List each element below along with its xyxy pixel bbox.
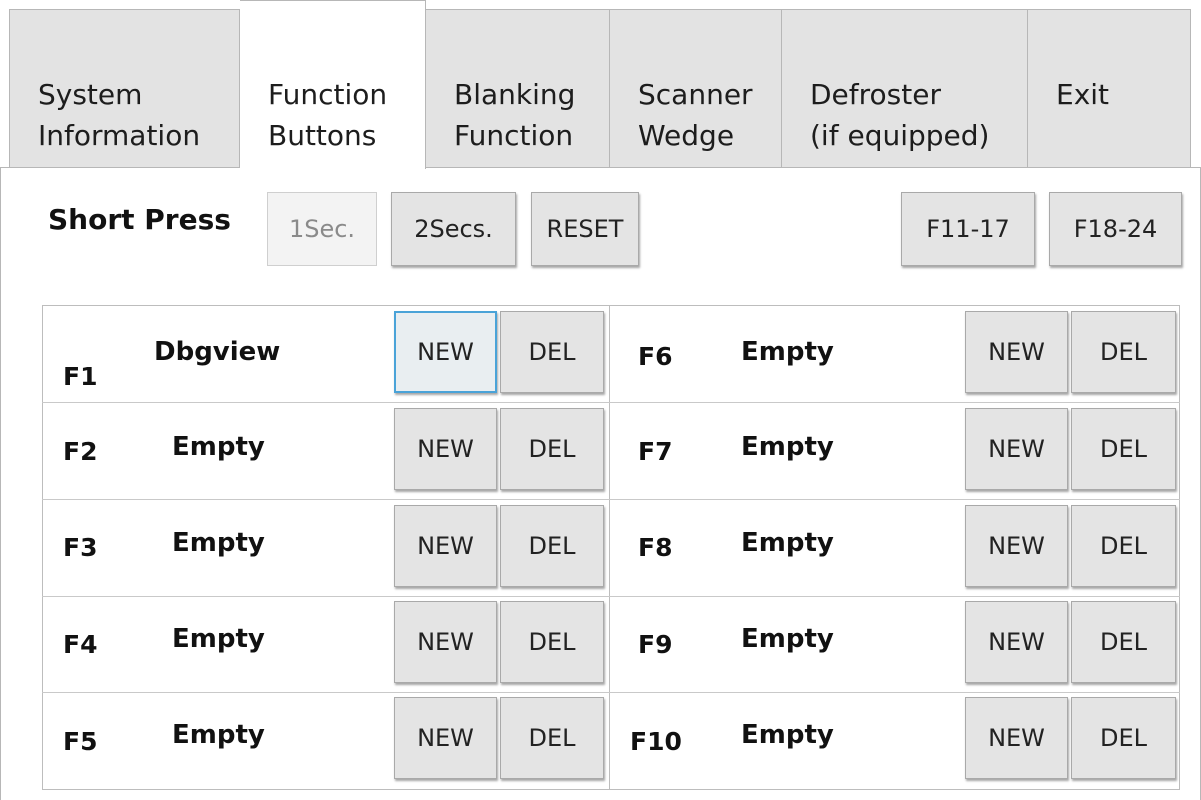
function-key-label: F7 [638,437,673,466]
function-name: Empty [741,528,834,558]
tab-label-line2: Information [38,119,201,152]
grid-row-line [42,402,1180,403]
tab-label-line2: Wedge [638,119,735,152]
tab-label-line2: Buttons [268,119,377,152]
new-button[interactable]: NEW [965,408,1068,490]
function-key-label: F6 [638,342,673,371]
tab-defroster[interactable]: Defroster (if equipped) [782,9,1028,168]
two-seconds-button[interactable]: 2Secs. [391,192,516,266]
function-name: Empty [172,720,265,750]
new-button[interactable]: NEW [394,408,497,490]
tab-label-line1: Function [268,78,388,111]
new-button[interactable]: NEW [965,601,1068,683]
function-key-label: F10 [630,727,682,756]
function-key-label: F5 [63,727,98,756]
grid-row-line [42,596,1180,597]
tab-divider [0,167,1201,168]
delete-button[interactable]: DEL [500,697,604,779]
grid-row-line [42,692,1180,693]
function-name: Empty [172,432,265,462]
delete-button[interactable]: DEL [500,408,604,490]
function-name: Empty [741,432,834,462]
page-f11-17-button[interactable]: F11-17 [901,192,1035,266]
mode-label: Short Press [48,203,231,236]
tab-blanking-function[interactable]: Blanking Function [426,9,610,168]
delete-button[interactable]: DEL [1071,311,1176,393]
function-key-label: F1 [63,362,98,391]
tab-label-line1: Scanner [638,78,753,111]
tab-exit[interactable]: Exit [1028,9,1191,168]
function-key-label: F2 [63,437,98,466]
delete-button[interactable]: DEL [500,601,604,683]
new-button[interactable]: NEW [394,601,497,683]
tab-label-line2: (if equipped) [810,119,990,152]
new-button[interactable]: NEW [394,697,497,779]
tab-function-buttons[interactable]: Function Buttons [240,0,426,169]
tab-label-line1: Exit [1056,78,1110,111]
new-button[interactable]: NEW [965,697,1068,779]
delete-button[interactable]: DEL [500,311,604,393]
function-key-label: F3 [63,533,98,562]
tab-label-line1: Blanking [454,78,576,111]
delete-button[interactable]: DEL [1071,408,1176,490]
function-name: Empty [172,624,265,654]
tab-label-line2: Function [454,119,574,152]
tab-label-line1: System [38,78,143,111]
function-key-label: F9 [638,630,673,659]
new-button[interactable]: NEW [965,505,1068,587]
one-second-button[interactable]: 1Sec. [267,192,377,266]
function-name: Empty [741,720,834,750]
function-key-label: F8 [638,533,673,562]
function-name: Empty [741,624,834,654]
function-name: Empty [172,528,265,558]
function-key-label: F4 [63,630,98,659]
tab-label-line1: Defroster [810,78,941,111]
reset-button[interactable]: RESET [531,192,639,266]
delete-button[interactable]: DEL [1071,601,1176,683]
function-name: Empty [741,337,834,367]
tab-system-information[interactable]: System Information [9,9,240,168]
page-f18-24-button[interactable]: F18-24 [1049,192,1182,266]
delete-button[interactable]: DEL [500,505,604,587]
grid-row-line [42,499,1180,500]
tab-scanner-wedge[interactable]: Scanner Wedge [610,9,782,168]
new-button[interactable]: NEW [394,505,497,587]
tab-bar: System Information Function Buttons Blan… [0,0,1201,169]
new-button[interactable]: NEW [394,311,497,393]
new-button[interactable]: NEW [965,311,1068,393]
delete-button[interactable]: DEL [1071,505,1176,587]
grid-divider [609,305,610,790]
delete-button[interactable]: DEL [1071,697,1176,779]
function-name: Dbgview [154,337,281,367]
